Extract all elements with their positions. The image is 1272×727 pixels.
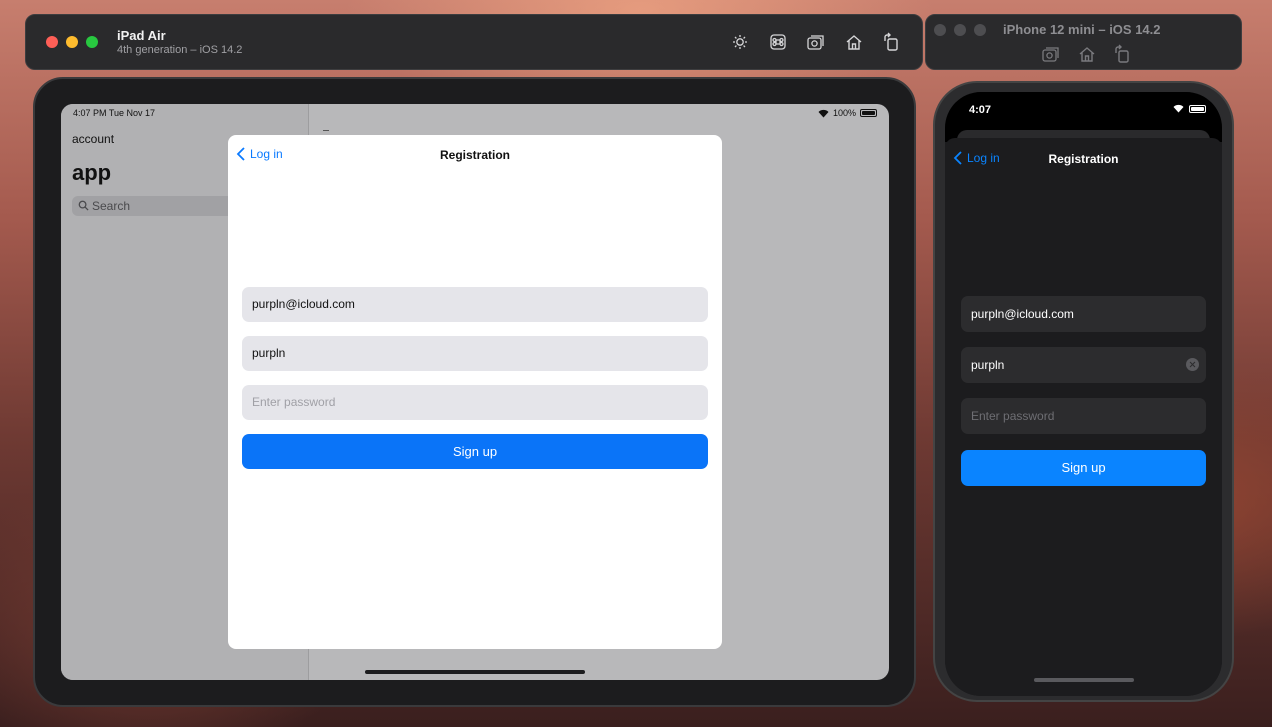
wifi-icon <box>818 109 829 117</box>
signup-button[interactable]: Sign up <box>242 434 708 469</box>
screenshot-icon[interactable] <box>806 32 826 52</box>
username-field[interactable]: purpln <box>961 347 1206 383</box>
detail-divider <box>323 130 329 134</box>
zoom-button[interactable] <box>974 24 986 36</box>
email-field[interactable]: purpln@icloud.com <box>242 287 708 322</box>
home-indicator[interactable] <box>1034 678 1134 682</box>
iphone-screen: 4:07 Log in Registration purpln@icloud.c… <box>945 92 1222 696</box>
window-title: iPad Air <box>117 28 166 43</box>
brightness-icon[interactable] <box>730 32 750 52</box>
clear-text-icon[interactable] <box>1186 358 1199 371</box>
search-placeholder: Search <box>92 199 131 213</box>
status-bar-right: 100% <box>818 108 877 118</box>
password-field[interactable]: Enter password <box>242 385 708 420</box>
search-icon <box>78 200 89 211</box>
ipad-simulator-titlebar: iPad Air 4th generation – iOS 14.2 <box>25 14 923 70</box>
simulator-toolbar <box>1041 44 1133 64</box>
command-icon[interactable] <box>768 32 788 52</box>
username-value: purpln <box>971 358 1005 372</box>
iphone-simulator-titlebar: iPhone 12 mini – iOS 14.2 <box>925 14 1242 70</box>
status-bar-time: 4:07 PM Tue Nov 17 <box>73 108 156 118</box>
minimize-button[interactable] <box>66 36 78 48</box>
page-title: Registration <box>439 148 510 162</box>
screenshot-icon[interactable] <box>1041 44 1061 64</box>
home-indicator[interactable] <box>365 670 585 674</box>
battery-percent: 100% <box>832 108 856 118</box>
battery-icon <box>1189 104 1206 113</box>
email-field[interactable]: purpln@icloud.com <box>961 296 1206 332</box>
window-controls <box>934 24 986 36</box>
close-button[interactable] <box>46 36 58 48</box>
home-icon[interactable] <box>1077 44 1097 64</box>
status-bar-right <box>1173 104 1206 113</box>
simulator-toolbar <box>730 32 902 52</box>
home-icon[interactable] <box>844 32 864 52</box>
status-bar-time: 4:07 <box>969 104 992 116</box>
battery-icon <box>860 109 877 117</box>
notch <box>1002 92 1165 119</box>
username-field[interactable]: purpln <box>242 336 708 371</box>
window-controls <box>46 36 98 48</box>
zoom-button[interactable] <box>86 36 98 48</box>
window-subtitle: 4th generation – iOS 14.2 <box>117 44 243 56</box>
sidebar-title: app <box>72 160 112 185</box>
signup-button[interactable]: Sign up <box>961 450 1206 486</box>
rotate-icon[interactable] <box>1113 44 1133 64</box>
close-button[interactable] <box>934 24 946 36</box>
rotate-icon[interactable] <box>882 32 902 52</box>
minimize-button[interactable] <box>954 24 966 36</box>
page-title: Registration <box>1048 152 1119 166</box>
registration-sheet: Log in Registration purpln@icloud.com pu… <box>228 135 722 649</box>
ipad-screen: 4:07 PM Tue Nov 17 account app Search 10… <box>61 104 889 680</box>
account-label[interactable]: account <box>72 132 114 146</box>
password-field[interactable]: Enter password <box>961 398 1206 434</box>
wifi-icon <box>1173 104 1184 113</box>
window-title: iPhone 12 mini – iOS 14.2 <box>1003 22 1161 37</box>
